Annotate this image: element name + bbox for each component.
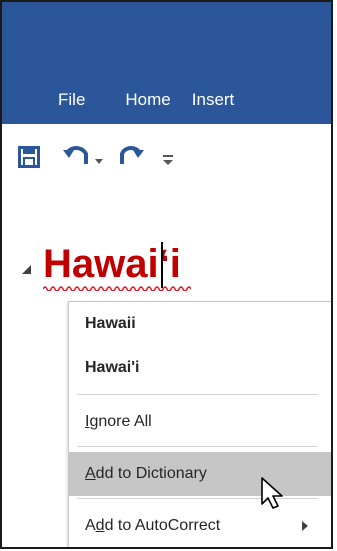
suggestion-hawaii[interactable]: Hawaii	[69, 302, 331, 346]
customize-qat-icon[interactable]	[163, 152, 173, 170]
save-icon[interactable]	[18, 146, 40, 173]
undo-icon[interactable]	[62, 142, 90, 173]
ignore-all-item[interactable]: Ignore All	[69, 400, 331, 444]
ribbon-tabs: File Home Insert	[2, 90, 234, 110]
tab-insert[interactable]: Insert	[192, 90, 235, 110]
mouse-pointer-icon	[261, 477, 283, 509]
add-to-autocorrect-item[interactable]: Add to AutoCorrect	[69, 504, 331, 547]
spelling-context-menu: Hawaii Hawai'i Ignore All Add to Diction…	[68, 301, 331, 547]
text-caret	[161, 242, 163, 288]
ribbon-title-bar: File Home Insert	[2, 2, 331, 124]
word-window: File Home Insert Hawai‘i Hawaii Hawai'i …	[0, 0, 333, 549]
quick-access-toolbar	[2, 124, 331, 192]
menu-separator	[77, 446, 318, 447]
redo-icon[interactable]	[117, 142, 145, 173]
add-to-dictionary-item[interactable]: Add to Dictionary	[69, 452, 331, 496]
submenu-arrow-icon	[302, 521, 308, 531]
spelling-squiggle	[43, 286, 191, 291]
suggestion-hawaii-okina[interactable]: Hawai'i	[69, 346, 331, 390]
menu-separator	[77, 394, 318, 395]
undo-dropdown-icon[interactable]	[95, 152, 103, 170]
heading-line: Hawai‘i	[22, 244, 191, 291]
tab-home[interactable]: Home	[125, 90, 170, 110]
tab-file[interactable]: File	[58, 90, 85, 110]
collapse-heading-icon[interactable]	[22, 265, 31, 274]
